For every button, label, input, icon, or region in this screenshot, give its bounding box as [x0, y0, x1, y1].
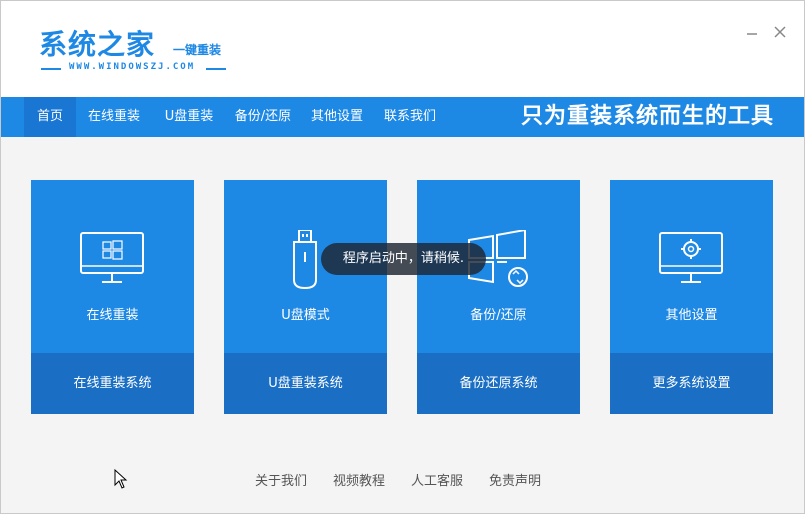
- minimize-button[interactable]: [743, 25, 761, 43]
- monitor-gear-icon: [659, 232, 723, 283]
- card-other-settings[interactable]: 其他设置 更多系统设置: [610, 180, 773, 414]
- nav-item-home[interactable]: 首页: [24, 97, 76, 137]
- card-online-reinstall[interactable]: 在线重装 在线重装系统: [31, 180, 194, 414]
- footer-link-customer-service[interactable]: 人工客服: [411, 470, 463, 489]
- card-action-button[interactable]: U盘重装系统: [224, 353, 387, 414]
- close-button[interactable]: [771, 25, 789, 43]
- card-top[interactable]: 在线重装: [31, 180, 194, 353]
- card-top[interactable]: 其他设置: [610, 180, 773, 353]
- footer-link-about[interactable]: 关于我们: [255, 470, 307, 489]
- mouse-cursor-icon: [114, 469, 128, 489]
- nav-item-usb-reinstall[interactable]: U盘重装: [157, 97, 221, 137]
- nav-item-backup-restore[interactable]: 备份/还原: [227, 97, 299, 137]
- nav-item-contact-us[interactable]: 联系我们: [378, 97, 442, 137]
- logo-line-left: [41, 68, 61, 70]
- card-title: U盘模式: [281, 308, 330, 323]
- logo-title: 系统之家: [39, 28, 156, 61]
- card-backup-restore[interactable]: 备份/还原 备份还原系统: [417, 180, 580, 414]
- slogan: 只为重装系统而生的工具: [520, 104, 774, 129]
- loading-toast: 程序启动中，请稍候.: [321, 243, 486, 275]
- logo-url: WWW.WINDOWSZJ.COM: [69, 62, 196, 72]
- close-icon: [774, 26, 786, 38]
- card-usb-mode[interactable]: U盘模式 U盘重装系统: [224, 180, 387, 414]
- card-action-button[interactable]: 在线重装系统: [31, 353, 194, 414]
- card-title: 在线重装: [86, 308, 139, 323]
- card-title: 其他设置: [665, 308, 718, 323]
- card-action-button[interactable]: 更多系统设置: [610, 353, 773, 414]
- monitor-windows-icon: [80, 232, 144, 283]
- footer-link-disclaimer[interactable]: 免责声明: [489, 470, 541, 489]
- header: 系统之家 一键重装 WWW.WINDOWSZJ.COM: [1, 1, 804, 97]
- minimize-icon: [747, 33, 757, 35]
- footer-link-video-tutorial[interactable]: 视频教程: [333, 470, 385, 489]
- app-window: 系统之家 一键重装 WWW.WINDOWSZJ.COM 首页 在线重装 U盘重装…: [0, 0, 805, 514]
- logo-subtitle: 一键重装: [173, 43, 222, 57]
- card-action-button[interactable]: 备份还原系统: [417, 353, 580, 414]
- logo-line-right: [206, 68, 226, 70]
- card-title: 备份/还原: [470, 308, 527, 323]
- nav-bar: 首页 在线重装 U盘重装 备份/还原 其他设置 联系我们 只为重装系统而生的工具: [1, 97, 804, 137]
- nav-item-online-reinstall[interactable]: 在线重装: [81, 97, 147, 137]
- nav-item-other-settings[interactable]: 其他设置: [305, 97, 369, 137]
